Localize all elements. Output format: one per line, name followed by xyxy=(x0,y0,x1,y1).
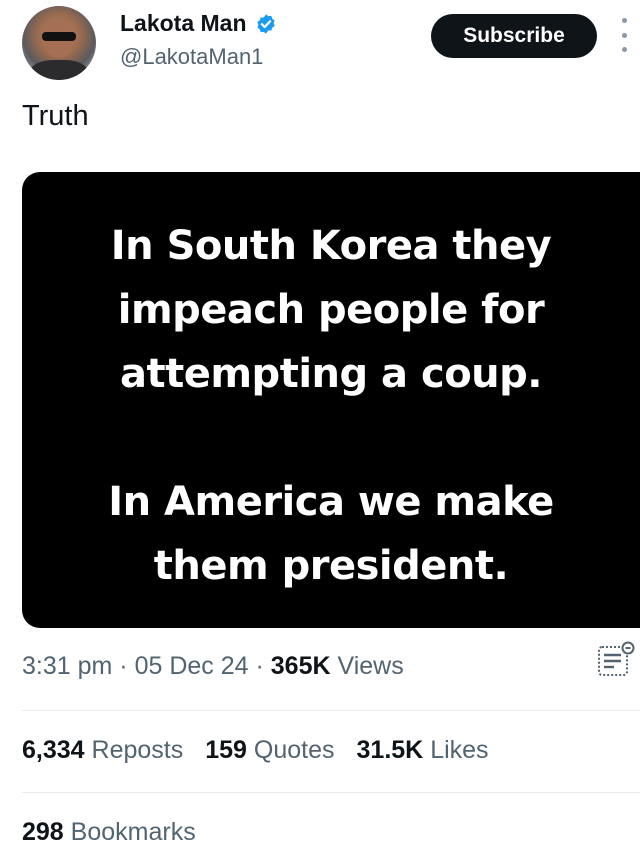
post-metadata: 3:31 pm · 05 Dec 24 · 365K Views xyxy=(22,652,404,681)
bookmarks-label: Bookmarks xyxy=(70,818,196,846)
meta-separator: · xyxy=(119,652,128,680)
image-text-line: In America we make xyxy=(108,479,554,525)
engagement-stats: 6,334 Reposts 159 Quotes 31.5K Likes xyxy=(22,736,489,765)
avatar-sunglasses xyxy=(42,32,76,41)
image-text-line: In South Korea they xyxy=(110,223,552,269)
quotes-stat[interactable]: 159 Quotes xyxy=(205,736,334,765)
reposts-label: Reposts xyxy=(91,736,184,764)
image-text-line: attempting a coup. xyxy=(120,351,542,397)
image-text-gap xyxy=(22,406,640,470)
more-dot xyxy=(621,32,627,38)
author-handle[interactable]: @LakotaMan1 xyxy=(120,44,263,70)
analytics-icon[interactable] xyxy=(596,640,636,680)
quotes-count: 159 xyxy=(205,736,247,764)
bookmarks-stat[interactable]: 298 Bookmarks xyxy=(22,818,196,847)
avatar[interactable] xyxy=(22,6,96,80)
post-image-text: In South Korea they impeach people for a… xyxy=(22,214,640,598)
views-label: Views xyxy=(337,652,404,680)
bookmarks-count: 298 xyxy=(22,818,64,846)
quotes-label: Quotes xyxy=(253,736,335,764)
author-display-name[interactable]: Lakota Man xyxy=(120,10,247,37)
subscribe-button[interactable]: Subscribe xyxy=(431,14,597,58)
meta-separator: · xyxy=(255,652,264,680)
more-vertical-icon[interactable] xyxy=(616,18,632,52)
reposts-stat[interactable]: 6,334 Reposts xyxy=(22,736,183,765)
avatar-shirt xyxy=(30,60,88,80)
author-name-row: Lakota Man xyxy=(120,10,277,37)
likes-count: 31.5K xyxy=(356,736,424,764)
divider xyxy=(22,710,640,711)
image-text-line: impeach people for xyxy=(117,287,545,333)
post-detail: Lakota Man @LakotaMan1 Subscribe Truth I… xyxy=(0,0,640,862)
divider xyxy=(22,792,640,793)
more-dot xyxy=(621,47,627,52)
more-dot xyxy=(621,18,627,23)
verified-badge-icon xyxy=(256,13,275,34)
likes-label: Likes xyxy=(430,736,489,764)
reposts-count: 6,334 xyxy=(22,736,85,764)
image-text-line: them president. xyxy=(153,543,509,589)
views-count: 365K xyxy=(270,652,331,680)
post-text: Truth xyxy=(22,100,89,132)
likes-stat[interactable]: 31.5K Likes xyxy=(357,736,489,765)
post-time[interactable]: 3:31 pm xyxy=(22,652,112,680)
post-date[interactable]: 05 Dec 24 xyxy=(135,652,249,680)
